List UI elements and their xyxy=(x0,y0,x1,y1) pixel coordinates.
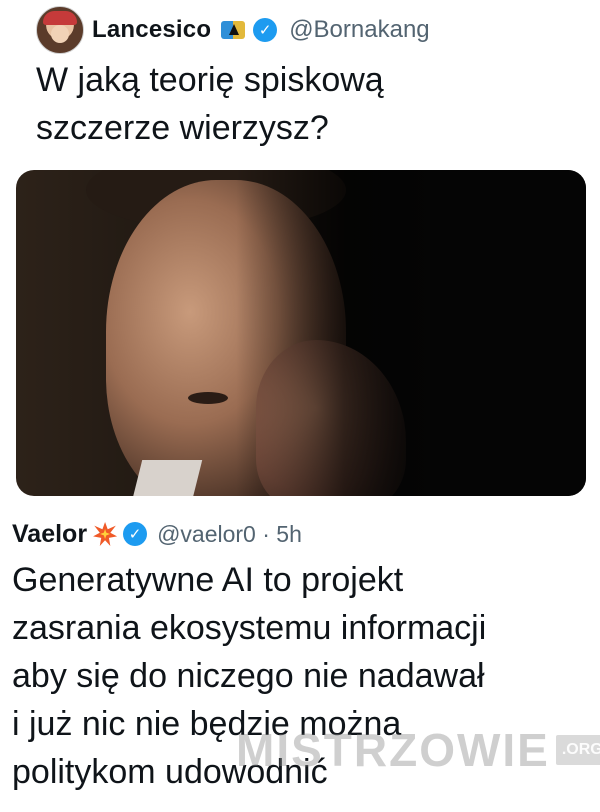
tweet-text: W jaką teorię spiskową szczerze wierzysz… xyxy=(36,61,384,147)
display-name[interactable]: Lancesico xyxy=(92,16,211,44)
media-eye xyxy=(188,392,228,404)
avatar[interactable] xyxy=(36,6,84,54)
reply-text: Generatywne AI to projekt zasrania ekosy… xyxy=(12,561,487,791)
reply-header: Vaelor ✓ @vaelor0 · 5h xyxy=(12,516,302,552)
user-handle[interactable]: @Bornakang xyxy=(289,16,429,44)
flag-badge-icon xyxy=(221,21,246,39)
verified-badge-icon: ✓ xyxy=(123,522,148,546)
avatar-face xyxy=(51,25,69,43)
collision-emoji-icon xyxy=(93,522,117,546)
verified-badge-icon: ✓ xyxy=(253,18,278,42)
tweet-media-image[interactable] xyxy=(16,170,586,496)
reply-handle-time[interactable]: @vaelor0 · 5h xyxy=(157,521,302,548)
media-collar xyxy=(129,460,203,496)
original-tweet-header: Lancesico ✓ @Bornakang xyxy=(36,6,430,54)
avatar-hat xyxy=(43,11,77,25)
media-shadow xyxy=(236,170,586,496)
reply-display-name[interactable]: Vaelor xyxy=(12,520,87,549)
